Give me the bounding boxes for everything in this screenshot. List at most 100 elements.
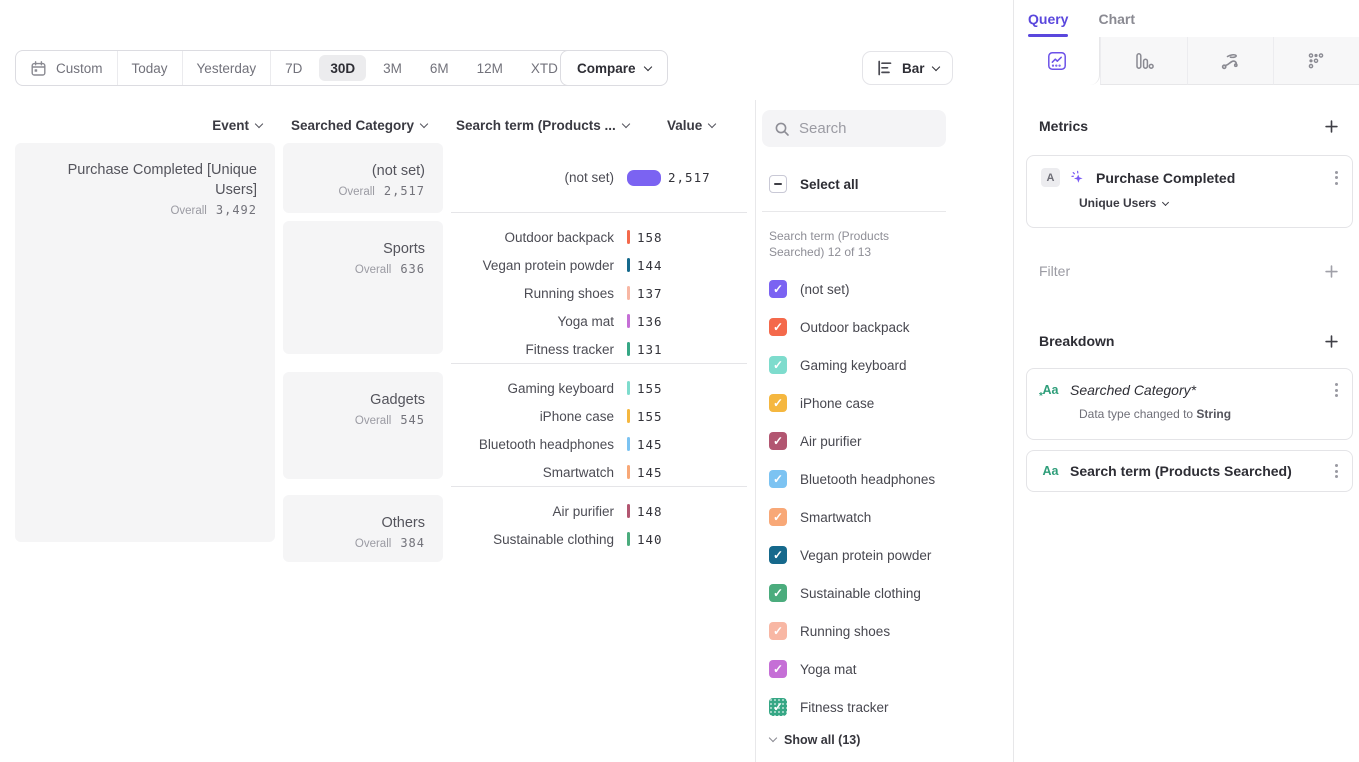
kebab-menu-icon[interactable]: [1333, 169, 1340, 187]
metric-card[interactable]: A Purchase Completed Unique Users: [1026, 155, 1353, 228]
series-checkbox[interactable]: ✓: [769, 280, 787, 298]
legend-item[interactable]: ✓Air purifier: [769, 422, 935, 460]
kebab-menu-icon[interactable]: [1333, 462, 1340, 480]
column-header-label: Event: [212, 118, 249, 133]
date-range-group[interactable]: CustomTodayYesterday7D30D3M6M12M XTD: [15, 50, 587, 86]
category-cell[interactable]: OthersOverall384: [283, 495, 443, 562]
term-rows: Air purifier148Sustainable clothing140: [451, 495, 747, 562]
legend-item[interactable]: ✓Running shoes: [769, 612, 935, 650]
value-bar: [627, 437, 630, 451]
breakdown-table: Purchase Completed [Unique Users] Overal…: [15, 143, 747, 562]
date-preset-label: XTD: [531, 61, 558, 76]
table-row[interactable]: Bluetooth headphones145: [451, 430, 747, 458]
legend-item[interactable]: ✓ Outdoor backpack: [769, 308, 935, 346]
term-label: Sustainable clothing: [451, 532, 627, 547]
compare-button[interactable]: Compare: [560, 50, 668, 86]
series-checkbox[interactable]: ✓: [769, 356, 787, 374]
metric-letter-badge: A: [1041, 168, 1060, 187]
tab-query[interactable]: Query: [1028, 0, 1068, 37]
date-preset-3m[interactable]: 3M: [369, 51, 416, 85]
series-checkbox[interactable]: ✓: [769, 546, 787, 564]
series-checkbox[interactable]: ✓: [769, 394, 787, 412]
legend-item[interactable]: ✓Yoga mat: [769, 650, 935, 688]
series-checkbox[interactable]: ✓: [769, 660, 787, 678]
date-preset-custom[interactable]: Custom: [16, 51, 118, 85]
series-checkbox[interactable]: ✓: [769, 432, 787, 450]
add-breakdown-button[interactable]: [1325, 335, 1338, 348]
table-row[interactable]: Air purifier148: [451, 497, 747, 525]
tab-insights[interactable]: [1014, 37, 1100, 85]
series-checkbox[interactable]: ✓: [769, 698, 787, 716]
table-row[interactable]: Vegan protein powder144: [451, 251, 747, 279]
add-metric-button[interactable]: [1325, 120, 1338, 133]
date-preset-12m[interactable]: 12M: [463, 51, 517, 85]
date-preset-30d[interactable]: 30D: [319, 55, 366, 81]
series-checkbox[interactable]: ✓: [769, 584, 787, 602]
legend-item[interactable]: ✓Fitness tracker: [769, 688, 935, 726]
category-name: Others: [295, 513, 425, 533]
legend-item[interactable]: ✓(not set): [769, 270, 935, 308]
kebab-menu-icon[interactable]: [1333, 381, 1340, 399]
tab-retention[interactable]: [1273, 37, 1359, 85]
series-checkbox[interactable]: ✓: [769, 622, 787, 640]
term-label: (not set): [451, 170, 627, 185]
breakdown-card-searched-category[interactable]: Aa Searched Category* Data type changed …: [1026, 368, 1353, 440]
table-row[interactable]: Smartwatch145: [451, 458, 747, 486]
column-header-event[interactable]: Event: [15, 118, 262, 133]
tab-chart[interactable]: Chart: [1098, 0, 1135, 37]
term-rows: Outdoor backpack158Vegan protein powder1…: [451, 221, 747, 364]
search-input[interactable]: [799, 120, 934, 137]
overall-label: Overall: [355, 415, 391, 427]
chart-type-dropdown[interactable]: Bar: [862, 51, 953, 85]
table-row[interactable]: Fitness tracker131: [451, 335, 747, 363]
date-preset-7d[interactable]: 7D: [271, 51, 316, 85]
table-row[interactable]: Running shoes137: [451, 279, 747, 307]
string-property-icon: Aa: [1041, 383, 1060, 397]
category-cell[interactable]: SportsOverall636: [283, 221, 443, 354]
select-all-checkbox[interactable]: [769, 175, 787, 193]
event-name: Purchase Completed [Unique Users]: [27, 160, 257, 200]
category-overall-value: 636: [400, 262, 425, 276]
legend-item[interactable]: ✓ Sustainable clothing: [769, 574, 935, 612]
legend-search-box[interactable]: [762, 110, 946, 147]
show-all-label: Show all (13): [784, 733, 860, 747]
legend-item[interactable]: ✓iPhone case: [769, 384, 935, 422]
column-header-searched-category[interactable]: Searched Category: [291, 118, 427, 133]
legend-item[interactable]: ✓Smartwatch: [769, 498, 935, 536]
date-preset-yesterday[interactable]: Yesterday: [183, 51, 272, 85]
legend-item[interactable]: ✓Bluetooth headphones: [769, 460, 935, 498]
add-filter-button[interactable]: [1325, 265, 1338, 278]
date-preset-6m[interactable]: 6M: [416, 51, 463, 85]
series-checkbox[interactable]: ✓: [769, 470, 787, 488]
legend-item[interactable]: ✓Gaming keyboard: [769, 346, 935, 384]
legend-item-label: Sustainable clothing: [800, 586, 921, 601]
column-header-search-term[interactable]: Search term (Products ...: [456, 118, 629, 133]
select-all-row[interactable]: Select all: [769, 175, 859, 193]
event-cell[interactable]: Purchase Completed [Unique Users] Overal…: [15, 143, 275, 542]
table-row[interactable]: Yoga mat136: [451, 307, 747, 335]
table-row[interactable]: Outdoor backpack158: [451, 223, 747, 251]
tab-flows[interactable]: [1187, 37, 1273, 85]
show-all-button[interactable]: Show all (13): [770, 733, 860, 747]
category-cell[interactable]: (not set)Overall2,517: [283, 143, 443, 213]
term-rows: (not set)2,517: [451, 143, 747, 213]
table-row[interactable]: iPhone case155: [451, 402, 747, 430]
legend-item-label: Outdoor backpack: [800, 320, 910, 335]
date-preset-today[interactable]: Today: [118, 51, 183, 85]
legend-item[interactable]: ✓Vegan protein powder: [769, 536, 935, 574]
term-value: 158: [637, 230, 663, 245]
table-row[interactable]: Gaming keyboard155: [451, 374, 747, 402]
table-row[interactable]: Sustainable clothing140: [451, 525, 747, 553]
tab-funnels[interactable]: [1100, 37, 1186, 85]
series-checkbox[interactable]: ✓: [769, 318, 787, 336]
report-type-tabs: [1014, 37, 1359, 85]
table-row[interactable]: (not set)2,517: [451, 164, 747, 192]
breakdown-card-search-term[interactable]: Aa Search term (Products Searched): [1026, 450, 1353, 492]
metrics-heading: Metrics: [1039, 118, 1088, 134]
column-header-value[interactable]: Value: [667, 118, 715, 133]
series-checkbox[interactable]: ✓: [769, 508, 787, 526]
overall-label: Overall: [355, 538, 391, 550]
category-cell[interactable]: GadgetsOverall545: [283, 372, 443, 479]
aggregation-dropdown[interactable]: Unique Users: [1027, 187, 1352, 210]
value-bar: [627, 170, 661, 186]
